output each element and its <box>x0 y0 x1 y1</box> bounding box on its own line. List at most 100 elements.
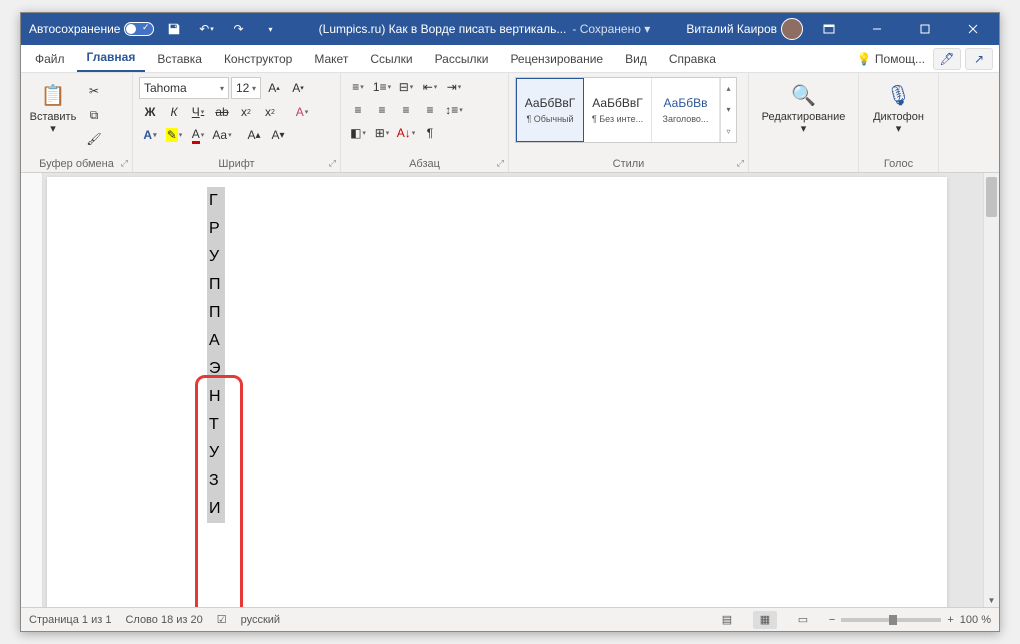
editing-button[interactable]: 🔍 Редактирование▾ <box>759 77 849 153</box>
tab-review[interactable]: Рецензирование <box>500 46 613 72</box>
font-size-combo[interactable]: 12▾ <box>231 77 261 99</box>
copy-button[interactable]: ⧉ <box>83 105 105 125</box>
scroll-down-button[interactable]: ▼ <box>984 593 999 607</box>
minimize-button[interactable] <box>855 13 899 45</box>
zoom-level[interactable]: 100 % <box>960 614 991 626</box>
maximize-button[interactable] <box>903 13 947 45</box>
paragraph-dialog-launcher[interactable]: ⤢ <box>497 158 504 169</box>
bullets-button[interactable]: ≡ <box>347 77 369 97</box>
zoom-slider[interactable] <box>841 618 941 622</box>
strikethrough-button[interactable]: ab <box>211 102 233 122</box>
qat-more-button[interactable]: ▾ <box>258 17 282 41</box>
justify-button[interactable]: ≡ <box>419 100 441 120</box>
tab-home[interactable]: Главная <box>77 44 146 72</box>
group-styles: АаБбВвГ ¶ Обычный АаБбВвГ ¶ Без инте... … <box>509 73 749 172</box>
zoom-in-button[interactable]: + <box>947 614 953 626</box>
vertical-text-block[interactable]: Г Р У П П А Э Н Т У З И <box>207 187 947 523</box>
zoom-thumb[interactable] <box>889 615 897 625</box>
scroll-thumb[interactable] <box>986 177 997 217</box>
tab-layout[interactable]: Макет <box>304 46 358 72</box>
share-button-2[interactable]: ↗ <box>965 48 993 70</box>
page-indicator[interactable]: Страница 1 из 1 <box>29 614 111 626</box>
show-marks-button[interactable]: ¶ <box>419 123 441 143</box>
tell-me[interactable]: 💡 Помощ... <box>853 46 929 72</box>
tab-view[interactable]: Вид <box>615 46 657 72</box>
paste-button[interactable]: 📋 Вставить▾ <box>27 77 79 153</box>
styles-more[interactable]: ▴▾▿ <box>720 78 736 142</box>
shrink-font2-button[interactable]: A▾ <box>267 125 289 145</box>
align-right-button[interactable]: ≡ <box>395 100 417 120</box>
italic-button[interactable]: К <box>163 102 185 122</box>
clear-format-button[interactable]: A <box>291 102 313 122</box>
grow-font-button[interactable]: A▴ <box>263 78 285 98</box>
multilevel-button[interactable]: ⊟ <box>395 77 417 97</box>
borders-button[interactable]: ⊞ <box>371 123 393 143</box>
superscript-button[interactable]: x2 <box>259 102 281 122</box>
dictate-button[interactable]: 🎙 Диктофон▾ <box>867 77 931 153</box>
mic-icon: 🎙 <box>885 81 913 109</box>
format-painter-button[interactable]: 🖌 <box>83 129 105 149</box>
autosave-label: Автосохранение <box>29 22 120 36</box>
sort-button[interactable]: A↓ <box>395 123 417 143</box>
tab-design[interactable]: Конструктор <box>214 46 302 72</box>
highlight-button[interactable]: ✎ <box>163 125 185 145</box>
statusbar: Страница 1 из 1 Слово 18 из 20 ☑ русский… <box>21 607 999 631</box>
style-heading1[interactable]: АаБбВв Заголово... <box>652 78 720 142</box>
find-icon: 🔍 <box>790 81 818 109</box>
style-nospacing[interactable]: АаБбВвГ ¶ Без инте... <box>584 78 652 142</box>
cut-button[interactable]: ✂ <box>83 81 105 101</box>
word-count[interactable]: Слово 18 из 20 <box>125 614 202 626</box>
font-dialog-launcher[interactable]: ⤢ <box>329 158 336 169</box>
align-center-button[interactable]: ≡ <box>371 100 393 120</box>
styles-dialog-launcher[interactable]: ⤢ <box>737 158 744 169</box>
text-effects-button[interactable]: A <box>139 125 161 145</box>
vertical-scrollbar[interactable]: ▲ ▼ <box>983 173 999 607</box>
vertical-ruler <box>21 173 43 607</box>
zoom-out-button[interactable]: − <box>829 614 835 626</box>
change-case-button[interactable]: Aa <box>211 125 233 145</box>
workspace: Г Р У П П А Э Н Т У З И ▲ ▼ <box>21 173 999 607</box>
tab-references[interactable]: Ссылки <box>360 46 422 72</box>
numbering-button[interactable]: 1≡ <box>371 77 393 97</box>
document-title: (Lumpics.ru) Как в Ворде писать вертикал… <box>319 22 567 36</box>
group-font: Tahoma▾ 12▾ A▴ A▾ Ж К Ч ab x2 x2 A A <box>133 73 341 172</box>
zoom-control[interactable]: − + 100 % <box>829 614 991 626</box>
page[interactable]: Г Р У П П А Э Н Т У З И <box>47 177 947 607</box>
ribbon-tabs: Файл Главная Вставка Конструктор Макет С… <box>21 45 999 73</box>
close-button[interactable] <box>951 13 995 45</box>
styles-gallery[interactable]: АаБбВвГ ¶ Обычный АаБбВвГ ¶ Без инте... … <box>515 77 737 143</box>
grow-font2-button[interactable]: A▴ <box>243 125 265 145</box>
bold-button[interactable]: Ж <box>139 102 161 122</box>
autosave-toggle[interactable]: Автосохранение <box>29 22 154 36</box>
align-left-button[interactable]: ≡ <box>347 100 369 120</box>
language-indicator[interactable]: русский <box>241 614 280 626</box>
shrink-font-button[interactable]: A▾ <box>287 78 309 98</box>
shading-button[interactable]: ◧ <box>347 123 369 143</box>
underline-button[interactable]: Ч <box>187 102 209 122</box>
subscript-button[interactable]: x2 <box>235 102 257 122</box>
autosave-switch[interactable] <box>124 22 154 36</box>
document-scroll[interactable]: Г Р У П П А Э Н Т У З И <box>43 173 983 607</box>
font-name-combo[interactable]: Tahoma▾ <box>139 77 229 99</box>
read-mode-button[interactable]: ▤ <box>715 611 739 629</box>
tab-help[interactable]: Справка <box>659 46 726 72</box>
tab-insert[interactable]: Вставка <box>147 46 212 72</box>
spellcheck-icon[interactable]: ☑ <box>217 613 227 626</box>
redo-button[interactable]: ↷ <box>226 17 250 41</box>
user-avatar[interactable] <box>781 18 803 40</box>
ribbon-display-button[interactable] <box>807 13 851 45</box>
web-layout-button[interactable]: ▭ <box>791 611 815 629</box>
clipboard-dialog-launcher[interactable]: ⤢ <box>121 158 128 169</box>
tab-file[interactable]: Файл <box>25 46 75 72</box>
undo-button[interactable]: ↶▾ <box>194 17 218 41</box>
save-button[interactable] <box>162 17 186 41</box>
share-button[interactable]: 🖊 <box>933 48 961 70</box>
tab-mailings[interactable]: Рассылки <box>425 46 499 72</box>
font-color-button[interactable]: A <box>187 125 209 145</box>
decrease-indent-button[interactable]: ⇤ <box>419 77 441 97</box>
user-name[interactable]: Виталий Каиров <box>686 22 777 36</box>
style-normal[interactable]: АаБбВвГ ¶ Обычный <box>516 78 584 142</box>
print-layout-button[interactable]: ▦ <box>753 611 777 629</box>
line-spacing-button[interactable]: ↕≡ <box>443 100 465 120</box>
increase-indent-button[interactable]: ⇥ <box>443 77 465 97</box>
